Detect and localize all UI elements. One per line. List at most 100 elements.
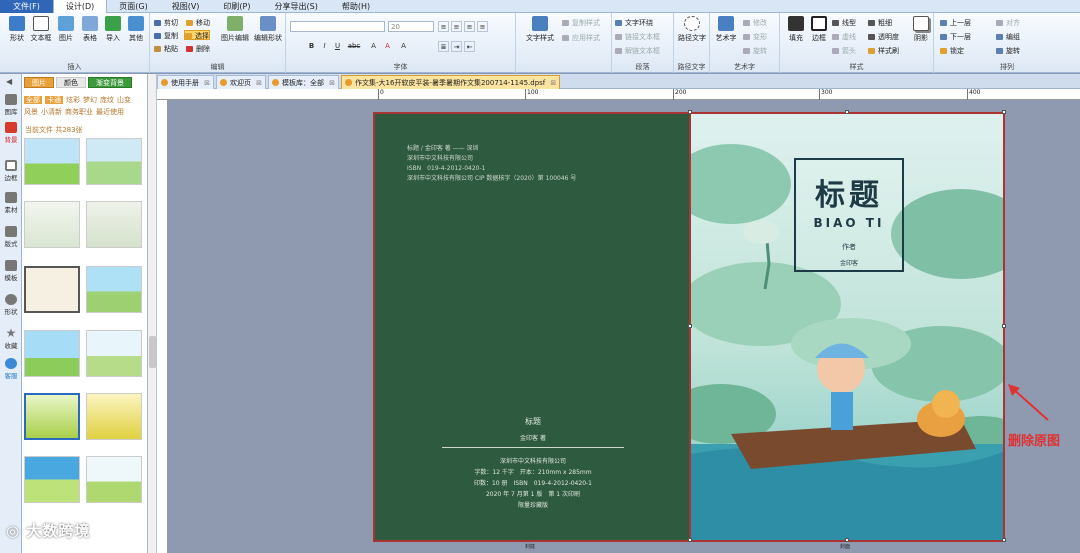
leftbar-layout[interactable]: 版式 [0, 224, 22, 248]
lock-button[interactable]: 锁定 [940, 46, 964, 56]
doc-tab-welcome[interactable]: 欢迎页 ⊠ [216, 75, 266, 89]
path-text-button[interactable]: 路径文字 [676, 16, 708, 50]
highlight-button[interactable]: A [398, 41, 409, 52]
resize-handle[interactable] [688, 324, 692, 328]
leftbar-gallery[interactable]: 图库 [0, 92, 22, 116]
arrow-button[interactable]: 箭头 [832, 46, 856, 56]
font-family-select[interactable] [290, 21, 385, 32]
arrange-rotate-button[interactable]: 旋转 [996, 46, 1020, 56]
leftbar-favorites[interactable]: ★ 收藏 [0, 326, 22, 350]
art-rotate-button[interactable]: 旋转 [743, 46, 767, 56]
align-left-icon[interactable]: ≡ [438, 21, 449, 32]
thickness-button[interactable]: 粗细 [868, 18, 892, 28]
thumbnail[interactable] [86, 266, 142, 313]
thumbnail[interactable] [86, 393, 142, 440]
resize-handle[interactable] [845, 110, 849, 114]
strikethrough-button[interactable]: abc [346, 41, 362, 52]
resize-handle[interactable] [688, 538, 692, 542]
outdent-icon[interactable]: ⇤ [464, 41, 475, 52]
insert-image-button[interactable]: 图片 [53, 16, 79, 50]
art-transform-button[interactable]: 变形 [743, 32, 767, 42]
font-color-button[interactable]: A [382, 41, 393, 52]
style-brush-button[interactable]: 样式刷 [868, 46, 899, 56]
line-type-button[interactable]: 线型 [832, 18, 856, 28]
doc-tab-template-library[interactable]: 模板库：全部 ⊠ [268, 75, 339, 89]
thumbnail[interactable] [24, 138, 80, 185]
leftbar-background[interactable]: 背景 [0, 120, 22, 144]
apply-style-button[interactable]: 应用样式 [562, 33, 600, 43]
leftbar-border[interactable]: 边框 [0, 158, 22, 182]
tab-gradient[interactable]: 渐变背景 [88, 77, 132, 88]
category-all[interactable]: 全部 [24, 96, 42, 104]
category-recent[interactable]: 最近使用 [96, 108, 124, 116]
close-icon[interactable]: ⊠ [550, 76, 556, 90]
select-button[interactable]: 选择 [184, 30, 210, 40]
cover-title-box[interactable]: 标题 BIAO TI 作者 金印客 [794, 158, 904, 272]
thumbnail-selected[interactable] [24, 393, 80, 440]
menu-share-export[interactable]: 分享导出(S) [263, 0, 330, 13]
transparency-button[interactable]: 透明度 [868, 32, 899, 42]
bold-button[interactable]: B [306, 41, 317, 52]
category-scenery[interactable]: 风景 [24, 108, 38, 116]
thumbnail[interactable] [24, 201, 80, 248]
paste-button[interactable]: 粘贴 [154, 44, 178, 54]
copy-button[interactable]: 复制 [154, 31, 178, 41]
delete-button[interactable]: 删除 [186, 44, 210, 54]
resize-handle[interactable] [1002, 538, 1006, 542]
thumbnail[interactable] [86, 456, 142, 503]
move-button[interactable]: 移动 [186, 18, 210, 28]
shape-edit-button[interactable]: 编辑形状 [252, 16, 284, 50]
category-colorful[interactable]: 炫彩 [66, 96, 80, 104]
thumbnail[interactable] [24, 456, 80, 503]
bring-forward-button[interactable]: 上一层 [940, 18, 971, 28]
thumbnail[interactable] [24, 330, 80, 377]
thumbnail[interactable] [86, 138, 142, 185]
thumbnail[interactable] [86, 201, 142, 248]
front-cover[interactable]: 标题 BIAO TI 作者 金印客 [689, 112, 1005, 542]
leftbar-shape[interactable]: 形状 [0, 292, 22, 316]
line-spacing-icon[interactable]: ≣ [438, 41, 449, 52]
insert-other-button[interactable]: 其他 [123, 16, 149, 50]
close-icon[interactable]: ⊠ [256, 76, 262, 90]
tab-colors[interactable]: 颜色 [56, 77, 86, 88]
category-business[interactable]: 商务职业 [65, 108, 93, 116]
resize-handle[interactable] [1002, 324, 1006, 328]
align-right-icon[interactable]: ≡ [464, 21, 475, 32]
resize-handle[interactable] [1002, 110, 1006, 114]
indent-icon[interactable]: ⇥ [451, 41, 462, 52]
thumbnail[interactable] [86, 330, 142, 377]
underline-button[interactable]: U [332, 41, 343, 52]
align-button[interactable]: 对齐 [996, 18, 1020, 28]
align-center-icon[interactable]: ≡ [451, 21, 462, 32]
panel-scrollbar[interactable] [148, 74, 157, 553]
category-fresh[interactable]: 小清新 [41, 108, 62, 116]
art-modify-button[interactable]: 修改 [743, 18, 767, 28]
insert-shape-button[interactable]: 形状 [4, 16, 30, 50]
italic-button[interactable]: I [319, 41, 330, 52]
cut-button[interactable]: 剪切 [154, 18, 178, 28]
superscript-button[interactable]: A [368, 41, 379, 52]
menu-page[interactable]: 页面(G) [107, 0, 159, 13]
leftbar-support[interactable]: 客服 [0, 356, 22, 380]
font-size-select[interactable]: 20 [388, 21, 434, 32]
menu-print[interactable]: 印刷(P) [211, 0, 262, 13]
close-icon[interactable]: ⊠ [204, 76, 210, 90]
insert-textbox-button[interactable]: 文本框 [28, 16, 54, 50]
resize-handle[interactable] [845, 538, 849, 542]
menu-view[interactable]: 视图(V) [160, 0, 212, 13]
category-cartoon[interactable]: 卡通 [45, 96, 63, 104]
collapse-arrow-icon[interactable]: ◀ [6, 77, 12, 86]
resize-handle[interactable] [688, 110, 692, 114]
category-dreamy[interactable]: 梦幻 [83, 96, 97, 104]
leftbar-material[interactable]: 素材 [0, 190, 22, 214]
justify-icon[interactable]: ≡ [477, 21, 488, 32]
back-cover[interactable]: 标题 / 金印客 著 —— 深圳 深圳市中文科技有限公司 ISBN 019-4-… [373, 112, 691, 542]
border-button[interactable]: 边框 [806, 16, 832, 50]
menu-design[interactable]: 设计(D) [52, 0, 108, 13]
dash-button[interactable]: 虚线 [832, 32, 856, 42]
doc-tab-manual[interactable]: 使用手册 ⊠ [157, 75, 214, 89]
doc-tab-current[interactable]: 作文集-大16开软皮平装-暑季暑期作文集200714-1145.dpsf ⊠ [341, 75, 561, 90]
thumbnail[interactable] [24, 266, 80, 313]
art-text-button[interactable]: 艺术字 [712, 16, 740, 50]
menu-help[interactable]: 帮助(H) [330, 0, 382, 13]
